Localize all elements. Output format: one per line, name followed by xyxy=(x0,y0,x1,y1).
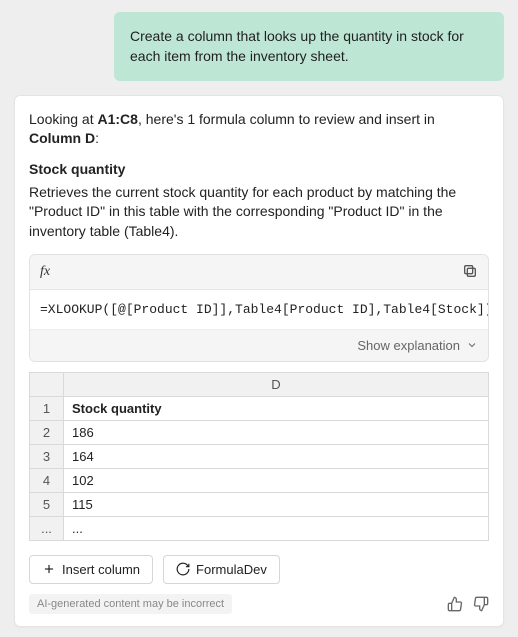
formula-description: Retrieves the current stock quantity for… xyxy=(29,183,489,242)
insert-column-label: Insert column xyxy=(62,562,140,577)
table-row: ...... xyxy=(30,516,489,540)
fx-label: fx xyxy=(40,264,50,280)
intro-range: A1:C8 xyxy=(98,111,138,127)
table-row: 1Stock quantity xyxy=(30,396,489,420)
cell-value: ... xyxy=(64,516,489,540)
row-number: 1 xyxy=(30,396,64,420)
cell-value: 186 xyxy=(64,420,489,444)
table-corner xyxy=(30,372,64,396)
row-number: ... xyxy=(30,516,64,540)
row-number: 3 xyxy=(30,444,64,468)
formuladev-button[interactable]: FormulaDev xyxy=(163,555,280,584)
row-number: 2 xyxy=(30,420,64,444)
intro-suffix: : xyxy=(95,130,99,146)
feedback-controls xyxy=(447,596,489,612)
column-letter-D: D xyxy=(64,372,489,396)
table-row: 4102 xyxy=(30,468,489,492)
thumbs-down-icon[interactable] xyxy=(473,596,489,612)
insert-column-button[interactable]: Insert column xyxy=(29,555,153,584)
intro-mid: , here's 1 formula column to review and … xyxy=(138,111,435,127)
user-message-text: Create a column that looks up the quanti… xyxy=(130,28,464,64)
ai-disclaimer: AI-generated content may be incorrect xyxy=(29,594,232,614)
intro-text: Looking at A1:C8, here's 1 formula colum… xyxy=(29,110,489,149)
thumbs-up-icon[interactable] xyxy=(447,596,463,612)
cell-value: Stock quantity xyxy=(64,396,489,420)
user-message-bubble: Create a column that looks up the quanti… xyxy=(114,12,504,81)
formuladev-label: FormulaDev xyxy=(196,562,267,577)
copy-icon[interactable] xyxy=(462,263,478,281)
table-row: 5115 xyxy=(30,492,489,516)
row-number: 5 xyxy=(30,492,64,516)
intro-prefix: Looking at xyxy=(29,111,98,127)
row-number: 4 xyxy=(30,468,64,492)
formula-header: fx xyxy=(30,255,488,290)
show-explanation-toggle[interactable]: Show explanation xyxy=(30,330,488,361)
table-row: 3164 xyxy=(30,444,489,468)
assistant-card: Looking at A1:C8, here's 1 formula colum… xyxy=(14,95,504,627)
cell-value: 164 xyxy=(64,444,489,468)
cell-value: 102 xyxy=(64,468,489,492)
intro-col: Column D xyxy=(29,130,95,146)
cell-value: 115 xyxy=(64,492,489,516)
user-message-row: Create a column that looks up the quanti… xyxy=(14,12,504,81)
formula-box: fx =XLOOKUP([@[Product ID]],Table4[Produ… xyxy=(29,254,489,362)
formula-text[interactable]: =XLOOKUP([@[Product ID]],Table4[Product … xyxy=(30,290,488,330)
chevron-down-icon xyxy=(466,339,478,351)
action-row: Insert column FormulaDev xyxy=(29,555,489,584)
show-explanation-label: Show explanation xyxy=(357,338,460,353)
table-row: 2186 xyxy=(30,420,489,444)
footer-row: AI-generated content may be incorrect xyxy=(29,594,489,614)
preview-table-body: 1Stock quantity2186316441025115...... xyxy=(30,396,489,540)
preview-table: D 1Stock quantity2186316441025115...... xyxy=(29,372,489,541)
formula-title: Stock quantity xyxy=(29,161,489,177)
